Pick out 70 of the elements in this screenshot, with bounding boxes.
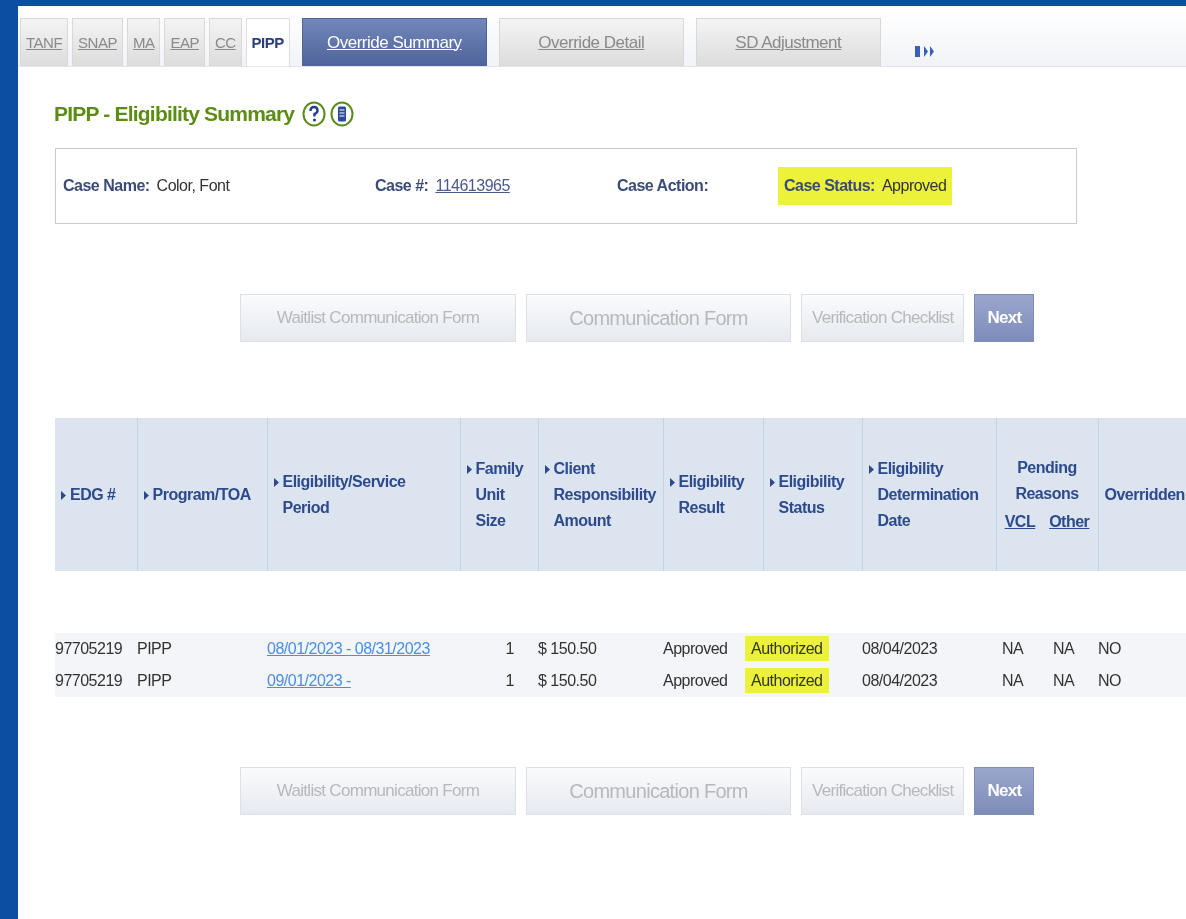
- sort-arrow-icon[interactable]: [669, 477, 675, 487]
- header-text: Eligibility Determination Date: [877, 458, 980, 531]
- tab[interactable]: Override Detail: [498, 18, 684, 66]
- header-text: Eligibility/Service Period: [282, 471, 407, 518]
- table-cell: 97705219: [55, 640, 123, 657]
- subheader-link[interactable]: VCL: [1004, 508, 1036, 535]
- sort-arrow-icon[interactable]: [868, 464, 874, 474]
- header-text: Pending Reasons: [1014, 457, 1080, 504]
- scroll-arrows-icon[interactable]: [914, 44, 937, 58]
- column-header[interactable]: Client Responsibility Amount: [538, 418, 663, 571]
- sort-arrow-icon[interactable]: [466, 464, 472, 474]
- tab[interactable]: PIPP: [245, 18, 290, 66]
- table-cell: NO: [1098, 672, 1121, 689]
- column-header[interactable]: Eligibility/Service Period: [267, 418, 460, 571]
- table-cell: NO: [1098, 640, 1121, 657]
- page-title: PIPP - Eligibility Summary: [54, 102, 295, 126]
- column-header[interactable]: Eligibility Result: [663, 418, 763, 571]
- case-number-link[interactable]: 114613965: [435, 177, 510, 195]
- header-text: EDG #: [70, 484, 116, 505]
- column-header[interactable]: Program/TOA: [137, 418, 267, 571]
- sort-arrow-icon[interactable]: [273, 477, 279, 487]
- table-cell: $ 150.50: [538, 672, 597, 689]
- table-cell: Authorized: [745, 636, 829, 661]
- action-button[interactable]: Next: [974, 294, 1035, 342]
- header-text: Program/TOA: [152, 484, 251, 505]
- tab[interactable]: MA: [126, 18, 161, 66]
- table-cell: 08/04/2023: [862, 640, 938, 657]
- field-label: Case #:: [375, 177, 429, 195]
- action-button[interactable]: Next: [974, 767, 1035, 815]
- tab[interactable]: Override Summary: [301, 18, 487, 66]
- field-value: Approved: [881, 177, 947, 195]
- table-cell: $ 150.50: [538, 640, 597, 657]
- header-text: Eligibility Status: [778, 471, 846, 518]
- help-icon[interactable]: [302, 101, 327, 127]
- tab[interactable]: CC: [208, 18, 242, 66]
- sort-arrow-icon[interactable]: [143, 490, 149, 500]
- tab[interactable]: SNAP: [72, 18, 123, 66]
- table-cell: 08/04/2023: [862, 672, 938, 689]
- table-cell-text: NA: [1001, 672, 1024, 689]
- table-cell-text: 1: [505, 640, 515, 657]
- header-text: Client Responsibility Amount: [553, 458, 657, 531]
- table-cell-text: NA: [1052, 672, 1075, 689]
- column-header[interactable]: Eligibility Status: [763, 418, 862, 571]
- sort-arrow-icon[interactable]: [769, 477, 775, 487]
- header-text: Family Unit Size: [475, 458, 525, 531]
- header-text: Overridden: [1104, 484, 1185, 505]
- table-cell: 97705219: [55, 672, 123, 689]
- column-header[interactable]: Family Unit Size: [460, 418, 538, 571]
- column-header[interactable]: EDG #: [55, 418, 137, 571]
- table-cell-text: NA: [1001, 640, 1024, 657]
- field-label: Case Status:: [784, 177, 875, 195]
- tab[interactable]: TANF: [20, 18, 69, 66]
- table-cell-text: NA: [1052, 640, 1075, 657]
- sort-arrow-icon[interactable]: [544, 464, 550, 474]
- document-icon[interactable]: [330, 101, 355, 127]
- sort-arrow-icon[interactable]: [61, 490, 66, 500]
- tab[interactable]: SD Adjustment: [695, 18, 881, 66]
- table-cell-text: 1: [505, 672, 515, 689]
- table-cell: Approved: [663, 640, 728, 657]
- subheader-link[interactable]: Other: [1049, 508, 1090, 535]
- field-value: Color, Font: [156, 177, 230, 195]
- table-cell: PIPP: [137, 672, 172, 689]
- table-cell: PIPP: [137, 640, 172, 657]
- table-cell: Authorized: [745, 668, 829, 693]
- table-cell: Approved: [663, 672, 728, 689]
- header-text: Eligibility Result: [678, 471, 746, 518]
- field-label: Case Name:: [63, 177, 150, 195]
- column-header[interactable]: Eligibility Determination Date: [862, 418, 996, 571]
- field-label: Case Action:: [617, 177, 709, 195]
- tab[interactable]: EAP: [164, 18, 205, 66]
